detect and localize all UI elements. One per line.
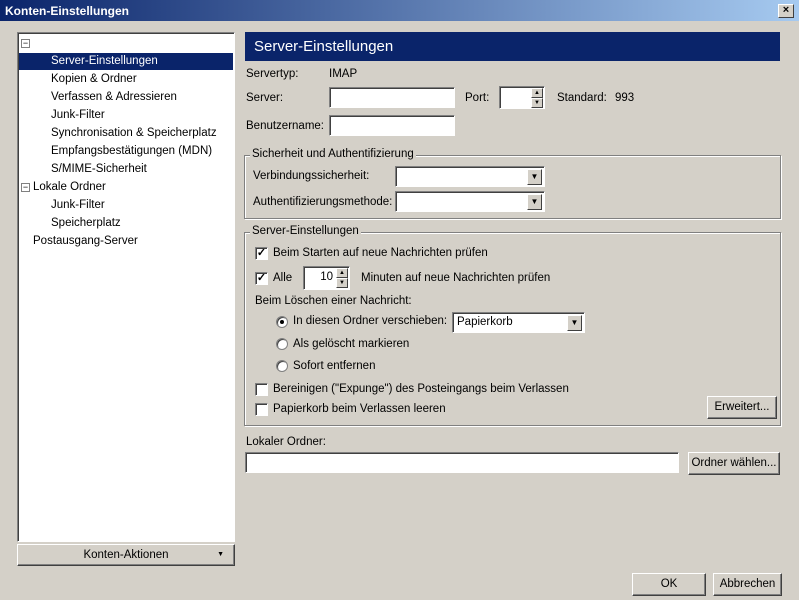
trash-folder-value: Papierkorb [457, 316, 513, 328]
trash-folder-select[interactable]: Papierkorb ▼ [452, 312, 585, 333]
security-legend: Sicherheit und Authentifizierung [250, 148, 416, 160]
servertype-value: IMAP [329, 68, 358, 80]
tree-item-outgoing[interactable]: Postausgang-Server [33, 233, 138, 250]
server-settings-group: Server-Einstellungen ✓ Beim Starten auf … [244, 225, 781, 426]
server-input[interactable] [329, 87, 455, 108]
tree-item-local-folders[interactable]: Lokale Ordner [33, 179, 106, 196]
advanced-button[interactable]: Erweitert... [707, 396, 777, 419]
collapse-icon[interactable]: − [21, 183, 30, 192]
local-folder-label: Lokaler Ordner: [246, 436, 326, 448]
username-label: Benutzername: [246, 120, 324, 132]
page-title: Server-Einstellungen [245, 32, 780, 61]
tree-item-smime[interactable]: S/MIME-Sicherheit [51, 161, 147, 178]
tree-item-local-storage[interactable]: Speicherplatz [51, 215, 121, 232]
security-group: Sicherheit und Authentifizierung Verbind… [244, 148, 781, 219]
connection-security-select[interactable]: ▼ [395, 166, 545, 187]
expunge-label: Bereinigen ("Expunge") des Posteingangs … [273, 383, 569, 395]
tree-item-copies[interactable]: Kopien & Ordner [51, 71, 137, 88]
title-bar: Konten-Einstellungen [0, 0, 799, 21]
account-actions-label: Konten-Aktionen [83, 549, 169, 561]
local-folder-input[interactable] [245, 452, 679, 473]
spin-down-icon[interactable]: ▼ [336, 278, 348, 288]
expunge-checkbox[interactable] [255, 383, 268, 396]
check-on-start-checkbox[interactable]: ✓ [255, 247, 268, 260]
spin-down-icon[interactable]: ▼ [531, 98, 543, 108]
window-title: Konten-Einstellungen [5, 4, 129, 18]
server-label: Server: [246, 92, 284, 104]
standard-port: 993 [615, 92, 635, 104]
empty-trash-label: Papierkorb beim Verlassen leeren [273, 403, 446, 415]
mark-deleted-label: Als gelöscht markieren [293, 338, 410, 350]
dropdown-arrow-icon: ▼ [527, 169, 542, 185]
account-tree[interactable]: − Server-Einstellungen Kopien & Ordner V… [17, 32, 235, 542]
tree-item-mdn[interactable]: Empfangsbestätigungen (MDN) [51, 143, 212, 160]
dropdown-arrow-icon: ▼ [527, 194, 542, 210]
check-every-label: Alle [273, 272, 293, 284]
check-interval-stepper[interactable]: 10 ▲ ▼ [303, 266, 350, 290]
dropdown-arrow-icon: ▼ [217, 551, 224, 558]
delete-immediately-radio[interactable] [276, 360, 288, 372]
ok-button[interactable]: OK [632, 573, 706, 596]
spin-up-icon[interactable]: ▲ [336, 268, 348, 278]
server-settings-legend: Server-Einstellungen [250, 225, 361, 237]
auth-method-select[interactable]: ▼ [395, 191, 545, 212]
tree-item-local-junk[interactable]: Junk-Filter [51, 197, 105, 214]
tree-item-sync[interactable]: Synchronisation & Speicherplatz [51, 125, 217, 142]
port-label: Port: [465, 92, 490, 104]
mark-deleted-radio[interactable] [276, 338, 288, 350]
close-button[interactable]: × [778, 4, 794, 18]
check-every-suffix: Minuten auf neue Nachrichten prüfen [361, 272, 551, 284]
port-stepper[interactable]: ▲ ▼ [499, 86, 545, 109]
standard-label: Standard: [557, 92, 607, 104]
dropdown-arrow-icon: ▼ [567, 315, 582, 331]
username-input[interactable] [329, 115, 455, 136]
on-delete-label: Beim Löschen einer Nachricht: [255, 295, 412, 307]
move-to-folder-label: In diesen Ordner verschieben: [293, 315, 448, 327]
move-to-folder-radio[interactable] [276, 316, 288, 328]
choose-folder-button[interactable]: Ordner wählen... [688, 452, 780, 475]
empty-trash-checkbox[interactable] [255, 403, 268, 416]
tree-item-server-settings[interactable]: Server-Einstellungen [19, 53, 233, 70]
account-actions-button[interactable]: Konten-Aktionen ▼ [17, 544, 235, 566]
auth-method-label: Authentifizierungsmethode: [253, 196, 393, 208]
check-interval-value: 10 [320, 271, 333, 283]
cancel-button[interactable]: Abbrechen [713, 573, 782, 596]
tree-item-junk[interactable]: Junk-Filter [51, 107, 105, 124]
check-on-start-label: Beim Starten auf neue Nachrichten prüfen [273, 247, 488, 259]
servertype-label: Servertyp: [246, 68, 299, 80]
spin-up-icon[interactable]: ▲ [531, 88, 543, 98]
connection-security-label: Verbindungssicherheit: [253, 170, 370, 182]
delete-immediately-label: Sofort entfernen [293, 360, 376, 372]
collapse-icon[interactable]: − [21, 39, 30, 48]
check-every-checkbox[interactable]: ✓ [255, 272, 268, 285]
tree-item-compose[interactable]: Verfassen & Adressieren [51, 89, 177, 106]
